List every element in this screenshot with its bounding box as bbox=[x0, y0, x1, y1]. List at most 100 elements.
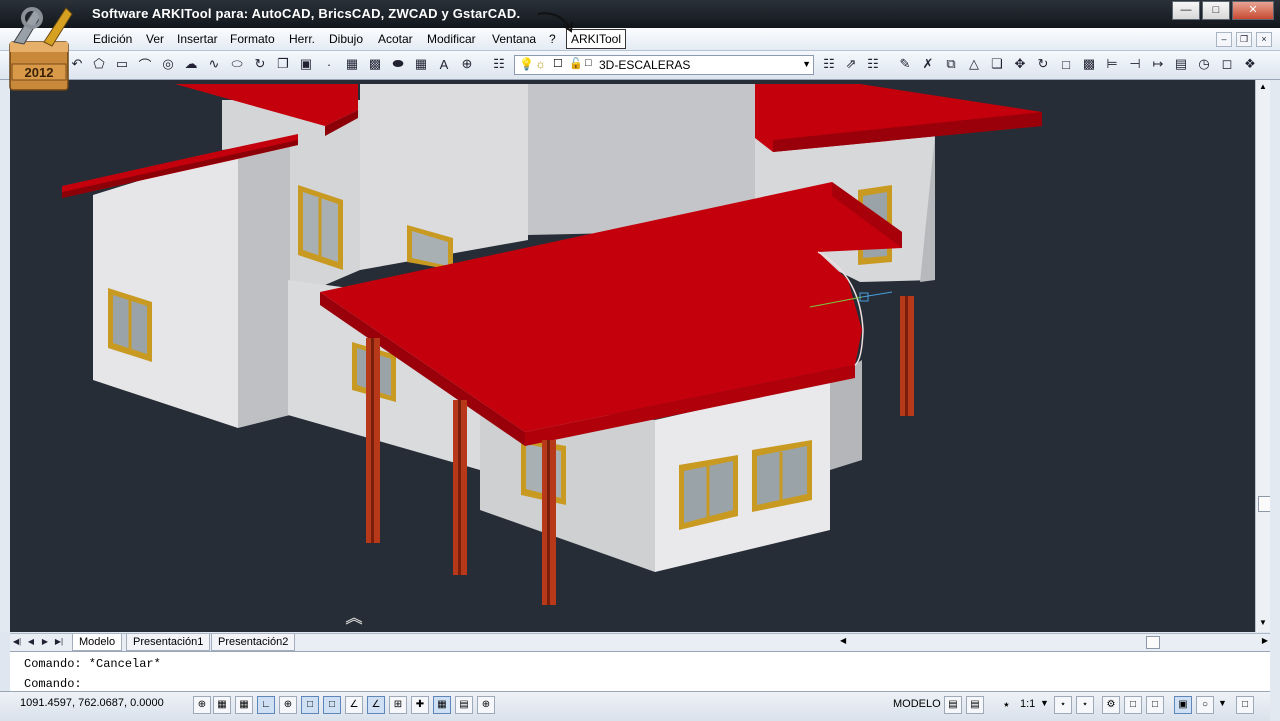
scroll-down-icon[interactable]: ▼ bbox=[1259, 618, 1267, 627]
explode-icon[interactable]: ❖ bbox=[1241, 55, 1259, 73]
menu-ventana[interactable]: Ventana bbox=[492, 32, 536, 46]
workspace-gear-icon[interactable]: ⚙ bbox=[1102, 696, 1120, 714]
quick-properties-icon[interactable]: ▤ bbox=[455, 696, 473, 714]
trim-icon[interactable]: ⊨ bbox=[1103, 55, 1121, 73]
arc-icon[interactable]: ⌒ bbox=[136, 55, 154, 73]
fillet-icon[interactable]: ◻ bbox=[1218, 55, 1236, 73]
menu-formato[interactable]: Formato bbox=[230, 32, 275, 46]
copy-icon[interactable]: ⧉ bbox=[942, 55, 960, 73]
rectangle-icon[interactable]: ▭ bbox=[113, 55, 131, 73]
clean-screen-icon[interactable]: □ bbox=[1236, 696, 1254, 714]
tab-presentacion1[interactable]: Presentación1 bbox=[126, 634, 211, 651]
menu-help[interactable]: ? bbox=[549, 32, 556, 46]
chevron-down-icon[interactable]: ▼ bbox=[1218, 698, 1227, 708]
text-icon[interactable]: A bbox=[435, 55, 453, 73]
menu-ver[interactable]: Ver bbox=[146, 32, 164, 46]
erase-icon[interactable]: ✗ bbox=[919, 55, 937, 73]
maximize-button[interactable]: □ bbox=[1202, 1, 1230, 20]
doc-minimize-button[interactable]: – bbox=[1216, 32, 1232, 47]
mirror-icon[interactable]: △ bbox=[965, 55, 983, 73]
chevron-down-icon[interactable]: ▼ bbox=[802, 59, 811, 69]
ellipse-arc-icon[interactable]: ↻ bbox=[251, 55, 269, 73]
ortho-icon[interactable]: ∟ bbox=[257, 696, 275, 714]
scale-icon[interactable]: □ bbox=[1057, 55, 1075, 73]
menu-modificar[interactable]: Modificar bbox=[427, 32, 476, 46]
transparency-icon[interactable]: ▦ bbox=[433, 696, 451, 714]
infer-icon[interactable]: ⊕ bbox=[193, 696, 211, 714]
cursor-coordinates[interactable]: 1091.4597, 762.0687, 0.0000 bbox=[20, 697, 164, 709]
ducs-icon[interactable]: ∠ bbox=[367, 696, 385, 714]
tab-first-icon[interactable]: ◀| bbox=[12, 636, 22, 648]
point-icon[interactable]: · bbox=[320, 55, 338, 73]
tab-modelo[interactable]: Modelo bbox=[72, 634, 123, 651]
revcloud-icon[interactable]: ☁ bbox=[182, 55, 200, 73]
chamfer-icon[interactable]: ◷ bbox=[1195, 55, 1213, 73]
command-line[interactable]: Comando: *Cancelar* Comando: bbox=[10, 651, 1270, 692]
otrack-icon[interactable]: ∠ bbox=[345, 696, 363, 714]
add-selected-icon[interactable]: ⊕ bbox=[458, 55, 476, 73]
table-icon[interactable]: ▦ bbox=[412, 55, 430, 73]
house-3d-model[interactable] bbox=[10, 80, 1255, 632]
vertical-scrollbar[interactable]: ▲ ▼ bbox=[1255, 80, 1271, 632]
hardware-acceleration-icon[interactable]: ▣ bbox=[1174, 696, 1192, 714]
model-space-label[interactable]: MODELO bbox=[893, 698, 941, 710]
minimize-button[interactable]: — bbox=[1172, 1, 1200, 20]
layer-state-icon[interactable]: ⇗ bbox=[842, 55, 860, 73]
polar-icon[interactable]: ⊕ bbox=[279, 696, 297, 714]
break-icon[interactable]: ↦ bbox=[1149, 55, 1167, 73]
ellipse-icon[interactable]: ⬭ bbox=[228, 55, 246, 73]
grid-icon[interactable]: ▦ bbox=[235, 696, 253, 714]
annotation-scale-icon[interactable]: ⋆ bbox=[1002, 696, 1011, 713]
scroll-left-icon[interactable]: ◀ bbox=[840, 636, 846, 645]
spline-icon[interactable]: ∿ bbox=[205, 55, 223, 73]
rotate-icon[interactable]: ↻ bbox=[1034, 55, 1052, 73]
horizontal-scrollbar[interactable]: ◀ ▶ bbox=[840, 636, 1268, 649]
insert-block-icon[interactable]: ❐ bbox=[274, 55, 292, 73]
tab-prev-icon[interactable]: ◀ bbox=[26, 636, 36, 648]
3d-osnap-icon[interactable]: □ bbox=[323, 696, 341, 714]
menu-edicion[interactable]: Edición bbox=[93, 32, 132, 46]
annotation-visibility-icon[interactable]: ⋆ bbox=[1054, 696, 1072, 714]
extend-icon[interactable]: ⊣ bbox=[1126, 55, 1144, 73]
lineweight-icon[interactable]: ✚ bbox=[411, 696, 429, 714]
app-logo[interactable]: 2012 bbox=[4, 2, 78, 92]
lock-icon[interactable]: □ bbox=[1124, 696, 1142, 714]
dyn-icon[interactable]: ⊞ bbox=[389, 696, 407, 714]
layer-dropdown[interactable]: 💡 ☼ ☐ 🔓 □ 3D-ESCALERAS ▼ bbox=[514, 55, 814, 75]
hscroll-thumb[interactable] bbox=[1146, 636, 1160, 649]
tab-presentacion2[interactable]: Presentación2 bbox=[211, 634, 296, 651]
scroll-right-icon[interactable]: ▶ bbox=[1262, 636, 1268, 645]
auto-scale-icon[interactable]: ⋆ bbox=[1076, 696, 1094, 714]
lightbulb-icon[interactable]: ○ bbox=[1196, 696, 1214, 714]
drawing-viewport[interactable] bbox=[10, 80, 1255, 632]
layer-manager-icon[interactable]: ☷ bbox=[490, 55, 508, 73]
hatch-icon[interactable]: ▦ bbox=[343, 55, 361, 73]
chevron-down-icon[interactable]: ▼ bbox=[1040, 698, 1049, 708]
offset-icon[interactable]: ❏ bbox=[988, 55, 1006, 73]
move-icon[interactable]: ✥ bbox=[1011, 55, 1029, 73]
osnap-icon[interactable]: □ bbox=[301, 696, 319, 714]
menu-dibujo[interactable]: Dibujo bbox=[329, 32, 363, 46]
selection-cycling-icon[interactable]: ⊕ bbox=[477, 696, 495, 714]
doc-close-button[interactable]: × bbox=[1256, 32, 1272, 47]
menu-acotar[interactable]: Acotar bbox=[378, 32, 413, 46]
scroll-up-icon[interactable]: ▲ bbox=[1259, 82, 1267, 91]
region-icon[interactable]: ⬬ bbox=[389, 55, 407, 73]
snap-icon[interactable]: ▦ bbox=[213, 696, 231, 714]
close-button[interactable]: ✕ bbox=[1232, 1, 1274, 20]
join-icon[interactable]: ▤ bbox=[1172, 55, 1190, 73]
tab-next-icon[interactable]: ▶ bbox=[40, 636, 50, 648]
menu-insertar[interactable]: Insertar bbox=[177, 32, 218, 46]
annotation-scale[interactable]: 1:1 bbox=[1020, 698, 1035, 710]
make-block-icon[interactable]: ▣ bbox=[297, 55, 315, 73]
circle-icon[interactable]: ◎ bbox=[159, 55, 177, 73]
doc-restore-button[interactable]: ❐ bbox=[1236, 32, 1252, 47]
quick-view-layouts-icon[interactable]: ▤ bbox=[944, 696, 962, 714]
isolate-objects-icon[interactable]: □ bbox=[1146, 696, 1164, 714]
stretch-icon[interactable]: ▩ bbox=[1080, 55, 1098, 73]
polygon-icon[interactable]: ⬠ bbox=[90, 55, 108, 73]
match-properties-icon[interactable]: ✎ bbox=[896, 55, 914, 73]
tab-last-icon[interactable]: ▶| bbox=[54, 636, 64, 648]
gradient-icon[interactable]: ▩ bbox=[366, 55, 384, 73]
command-prompt[interactable]: Comando: bbox=[24, 677, 82, 691]
